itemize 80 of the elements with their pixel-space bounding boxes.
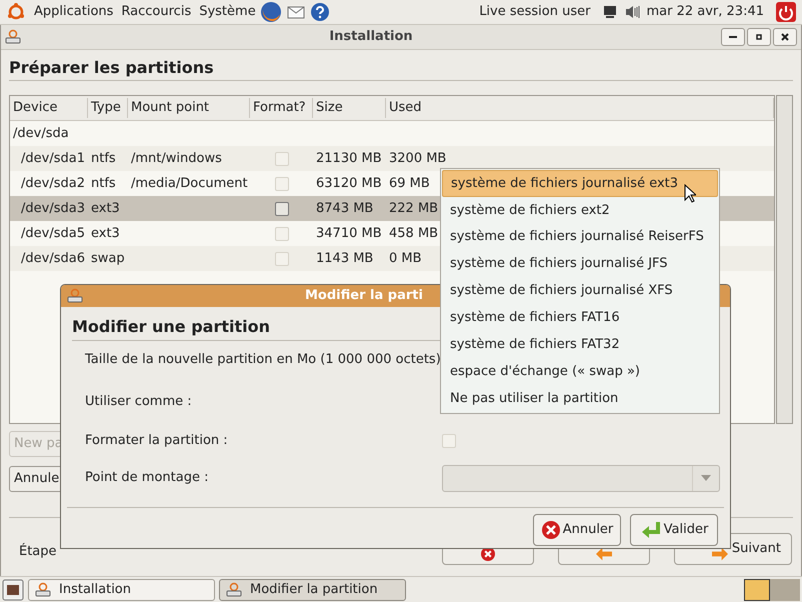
help-icon[interactable] bbox=[310, 2, 330, 22]
table-cell: 34710 MB bbox=[316, 226, 382, 241]
maximize-button[interactable] bbox=[747, 28, 771, 46]
table-cell: /dev/sda3 bbox=[21, 200, 85, 216]
installer-icon bbox=[226, 582, 242, 598]
column-header[interactable]: Mount point bbox=[128, 98, 250, 118]
table-cell: 222 MB bbox=[389, 200, 438, 216]
dialog-heading: Modifier une partition bbox=[72, 316, 270, 337]
close-icon bbox=[780, 32, 790, 42]
form-label: Utiliser comme : bbox=[85, 393, 193, 412]
taskbar-item[interactable]: Installation bbox=[28, 578, 215, 600]
column-header[interactable]: Type bbox=[88, 98, 128, 118]
table-cell: 3200 MB bbox=[389, 150, 446, 166]
ubuntu-logo-icon[interactable] bbox=[6, 2, 26, 22]
window-title: Installation bbox=[328, 28, 414, 46]
taskbar-item[interactable]: Modifier la partition bbox=[219, 578, 406, 600]
table-cell: 69 MB bbox=[389, 176, 430, 191]
table-cell: 8743 MB bbox=[316, 200, 374, 216]
menu-item[interactable]: Ne pas utiliser la partition bbox=[442, 385, 718, 412]
table-cell: /media/Document bbox=[131, 176, 248, 191]
panel-menu[interactable]: Applications bbox=[34, 2, 114, 22]
panel-menu[interactable]: Raccourcis bbox=[121, 2, 192, 22]
workspace-switcher[interactable] bbox=[744, 578, 800, 600]
menu-item[interactable]: système de fichiers FAT16 bbox=[442, 304, 718, 332]
network-icon[interactable] bbox=[602, 4, 618, 20]
table-cell: /dev/sda1 bbox=[21, 150, 85, 166]
menu-item[interactable]: système de fichiers FAT32 bbox=[442, 331, 718, 358]
app-icon bbox=[5, 29, 21, 45]
table-cell: swap bbox=[91, 250, 125, 266]
form-label: Point de montage : bbox=[85, 469, 210, 488]
table-cell: ntfs bbox=[91, 176, 116, 191]
menu-item[interactable]: système de fichiers ext2 bbox=[442, 196, 718, 224]
table-cell: 458 MB bbox=[389, 226, 438, 241]
ok-button[interactable]: Valider bbox=[630, 514, 718, 546]
installer-icon bbox=[35, 582, 51, 598]
menu-item[interactable]: système de fichiers journalisé ext3 bbox=[442, 170, 718, 197]
column-header[interactable]: Format? bbox=[250, 98, 313, 118]
table-cell: 21130 MB bbox=[316, 150, 382, 166]
table-cell: ext3 bbox=[91, 226, 120, 241]
enter-arrow-icon bbox=[640, 520, 662, 540]
power-icon[interactable] bbox=[776, 2, 796, 22]
dialog-title: Modifier la parti bbox=[305, 287, 423, 306]
next-arrow-icon bbox=[712, 547, 728, 561]
table-cell: ntfs bbox=[91, 150, 116, 166]
panel-menu[interactable]: Système bbox=[199, 2, 256, 22]
minimize-button[interactable] bbox=[721, 28, 745, 46]
table-cell: 1143 MB bbox=[316, 250, 374, 266]
table-cell: /mnt/windows bbox=[131, 150, 222, 166]
volume-icon[interactable] bbox=[624, 4, 642, 20]
column-header[interactable]: Size bbox=[313, 98, 386, 118]
page-heading: Préparer les partitions bbox=[9, 57, 215, 78]
column-header[interactable]: Device bbox=[10, 98, 88, 118]
back-arrow-icon bbox=[596, 547, 612, 561]
checkbox[interactable] bbox=[274, 202, 288, 216]
table-cell: /dev/sda6 bbox=[21, 250, 85, 266]
scrollbar[interactable] bbox=[776, 95, 793, 424]
clock[interactable]: mar 22 avr, 23:41 bbox=[646, 2, 764, 22]
close-button[interactable] bbox=[773, 28, 797, 46]
table-cell: ext3 bbox=[91, 200, 120, 216]
user-name[interactable]: Live session user bbox=[479, 2, 590, 22]
menu-item[interactable]: système de fichiers journalisé XFS bbox=[442, 278, 718, 304]
show-desktop-icon[interactable] bbox=[2, 578, 24, 600]
form-label: Taille de la nouvelle partition en Mo (1 000 000 octets) bbox=[85, 351, 442, 370]
form-label: Formater la partition : bbox=[85, 432, 229, 450]
mouse-cursor-icon bbox=[684, 184, 696, 203]
table-cell: /dev/sda2 bbox=[21, 176, 85, 191]
column-header[interactable]: Used bbox=[386, 98, 774, 118]
menu-item[interactable]: espace d'échange (« swap ») bbox=[442, 358, 718, 386]
table-row[interactable]: /dev/sda1 ntfs /mnt/windows 21130 MB 3200 MB bbox=[10, 146, 774, 171]
table-cell: 0 MB bbox=[389, 250, 422, 266]
cancel-button[interactable]: Annuler bbox=[533, 514, 621, 546]
table-cell: 63120 MB bbox=[316, 176, 382, 191]
app-icon bbox=[67, 288, 83, 304]
step-label: Étape bbox=[19, 542, 57, 560]
minimize-icon bbox=[729, 36, 737, 38]
maximize-icon bbox=[754, 32, 764, 42]
cancel-icon bbox=[540, 520, 561, 540]
table-cell: /dev/sda5 bbox=[21, 226, 85, 241]
table-cell-text: /dev/sda bbox=[12, 124, 70, 143]
dropdown-arrow-icon bbox=[701, 475, 711, 481]
